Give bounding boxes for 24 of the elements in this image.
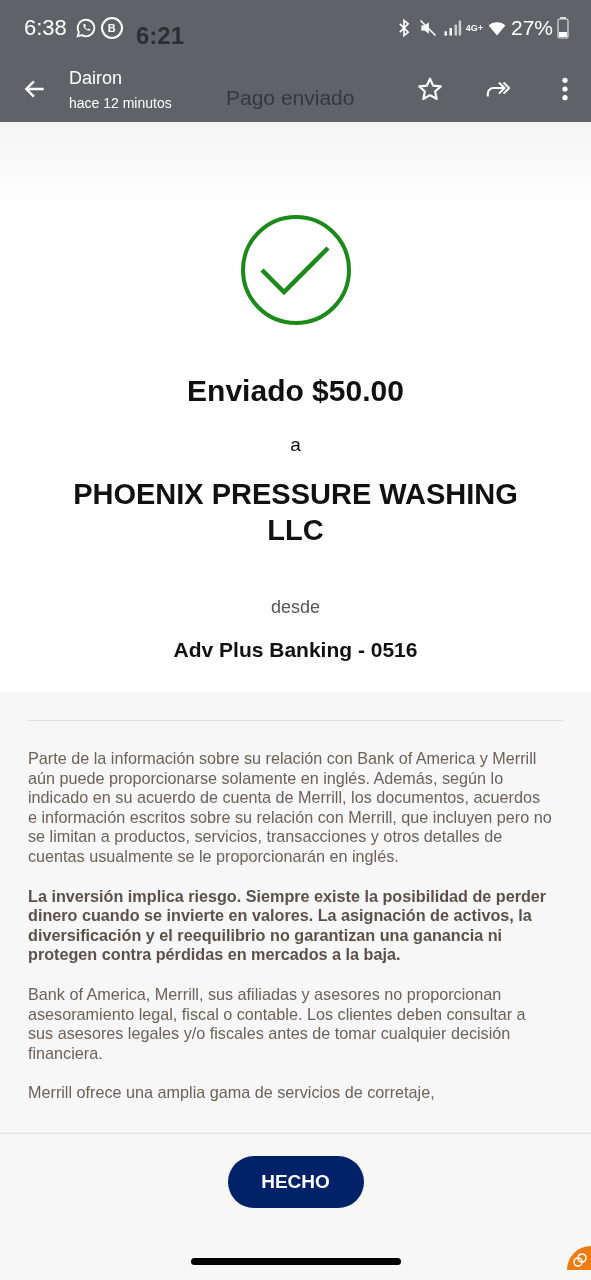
notification-icon: B [100, 17, 123, 39]
more-options-icon[interactable] [561, 76, 569, 102]
done-button[interactable]: HECHO [227, 1156, 364, 1208]
status-time: 6:38 [24, 15, 67, 41]
payee-name: PHOENIX PRESSURE WASHING LLC [72, 477, 519, 548]
inner-status-time: 6:21 [136, 22, 185, 50]
star-icon[interactable] [417, 76, 443, 102]
disclosure-paragraph: Parte de la información sobre su relación con Bank of America y Merrill aún puede proporcionarse solamente en inglés. Además, según lo indicado en su acuerdo de cuenta de Merrill, los documentos, acuerdos e información escritos sobre su relación con Merrill, que incluyen pero no se limitan a productos, servicios, transacciones y otros detalles de cuentas usualmente se le proporcionarán en inglés. [28, 749, 553, 867]
success-check-icon [239, 214, 352, 326]
linked-circles-icon[interactable] [567, 1246, 591, 1270]
sent-time: hace 12 minutos [69, 94, 172, 111]
battery-percent: 27% [510, 16, 553, 40]
disclosure-paragraph: La inversión implica riesgo. Siempre existe la posibilidad de perder dinero cuando se invierte en valores. La asignación de activos, la diversificación y el reequilibrio no garantizan una ganancia ni protegen contra pérdidas en mercados a la baja. [28, 886, 548, 965]
disclosure-paragraph: Merrill ofrece una amplia gama de servicios de corretaje, [28, 1083, 436, 1103]
network-type: 4G+ [465, 23, 483, 33]
connector-text: a [290, 434, 301, 456]
account-name: Adv Plus Banking - 0516 [173, 638, 418, 662]
from-label: desde [270, 597, 320, 618]
chat-bubble-icon [74, 17, 97, 39]
amount-sent: Enviado $50.00 [187, 374, 404, 408]
sender-name: Dairon [69, 67, 124, 89]
battery-icon [557, 17, 569, 39]
disclosure-paragraph: Bank of America, Merrill, sus afiliadas y asesores no proporcionan asesoramiento legal, fiscal o contable. Los clientes deben consultar a sus asesores legales y/o fiscales antes de tomar cualquier decisión financiera. [28, 984, 527, 1064]
mute-icon [417, 18, 438, 38]
